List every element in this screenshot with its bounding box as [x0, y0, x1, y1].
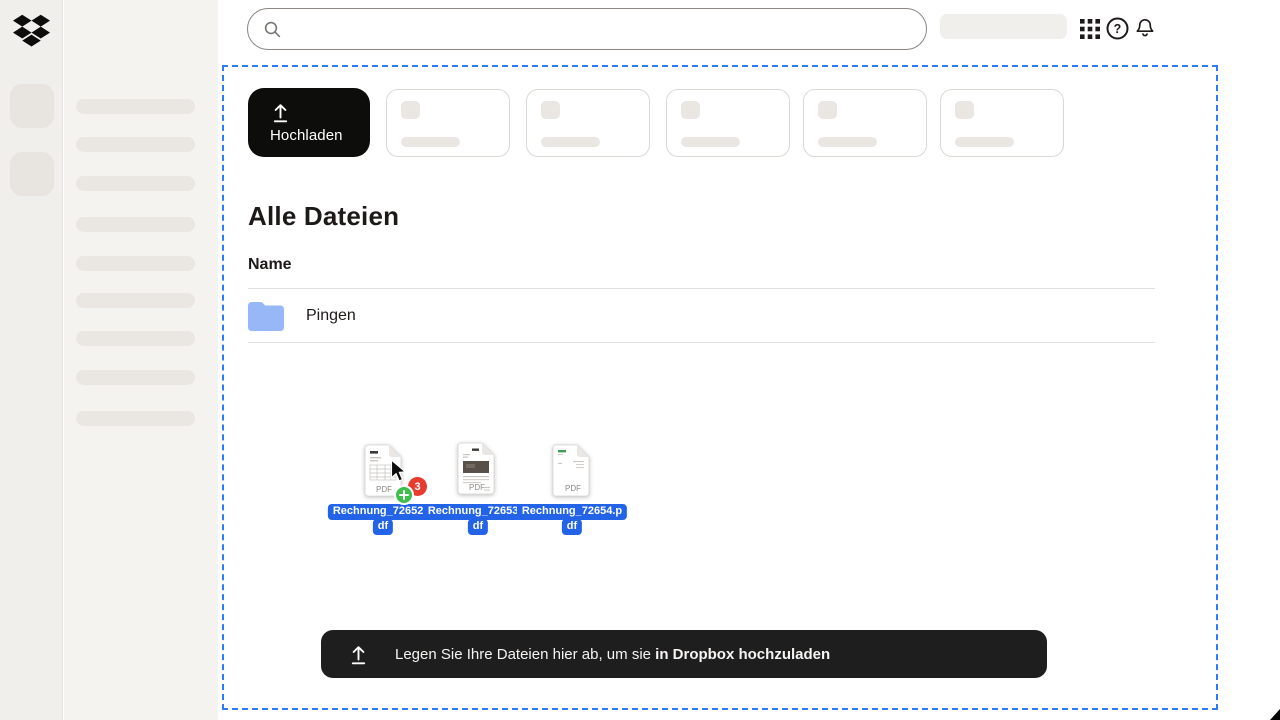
apps-grid-button[interactable]	[1079, 18, 1101, 40]
toast-text-regular: Legen Sie Ihre Dateien hier ab, um sie	[395, 646, 655, 663]
left-rail	[0, 0, 63, 720]
apps-grid-icon	[1080, 19, 1100, 39]
search-bar[interactable]	[247, 8, 927, 50]
sidebar-skeleton-bar	[76, 99, 195, 114]
toolbar-skeleton-card	[803, 89, 927, 157]
bell-icon	[1134, 17, 1156, 40]
dropbox-logo-icon[interactable]	[13, 13, 50, 47]
toolbar-skeleton-card	[526, 89, 650, 157]
toast-message: Legen Sie Ihre Dateien hier ab, um sie i…	[395, 646, 830, 663]
notifications-button[interactable]	[1133, 17, 1156, 40]
upload-button[interactable]: Hochladen	[248, 88, 370, 157]
toast-text-bold: in Dropbox hochzuladen	[655, 646, 830, 663]
drag-filename-line: df	[562, 519, 582, 535]
toolbar-skeleton-card	[940, 89, 1064, 157]
drag-filename-line: Rechnung_72654.p	[517, 504, 627, 520]
account-skeleton-pill	[940, 14, 1067, 39]
help-button[interactable]: ?	[1106, 17, 1129, 40]
corner-cursor-artifact	[1270, 709, 1280, 720]
upload-icon	[348, 644, 369, 665]
drag-filename-label-3: Rechnung_72654.p df	[517, 504, 627, 535]
copy-plus-badge	[394, 485, 414, 505]
pdf-type-label: PDF	[565, 484, 581, 493]
toolbar-skeleton-card	[666, 89, 790, 157]
search-input[interactable]	[292, 21, 926, 38]
dragged-file-thumbnail-3: PDF	[552, 444, 590, 497]
toolbar-skeleton-card	[386, 89, 510, 157]
divider	[248, 288, 1155, 289]
drag-filename-line: Rechnung_72652.p	[328, 504, 438, 520]
dragged-file-thumbnail-2: PDF	[457, 442, 495, 495]
drag-filename-label-1: Rechnung_72652.p df	[328, 504, 438, 535]
drop-toast: Legen Sie Ihre Dateien hier ab, um sie i…	[321, 630, 1047, 678]
pdf-type-label: PDF	[376, 485, 392, 494]
help-circle-icon: ?	[1106, 17, 1129, 40]
folder-icon	[248, 301, 284, 331]
upload-button-label: Hochladen	[270, 127, 370, 144]
divider	[248, 342, 1155, 343]
upload-icon	[270, 102, 291, 123]
sidebar-skeleton-bar	[76, 176, 195, 191]
plus-icon	[399, 490, 409, 500]
page-title: Alle Dateien	[248, 201, 399, 232]
search-icon	[263, 20, 282, 39]
dropzone-highlight[interactable]	[222, 65, 1218, 710]
rail-skeleton-item	[10, 84, 54, 128]
sidebar-skeleton-bar	[76, 137, 195, 152]
drag-filename-line: df	[373, 519, 393, 535]
sidebar-skeleton-bar	[76, 411, 195, 426]
sidebar-skeleton-bar	[76, 370, 195, 385]
column-header-name[interactable]: Name	[248, 256, 292, 274]
pdf-type-label: PDF	[469, 483, 485, 492]
drag-filename-line: df	[468, 519, 488, 535]
svg-text:?: ?	[1114, 22, 1122, 36]
sidebar-skeleton-bar	[76, 256, 195, 271]
sidebar-skeleton-bar	[76, 217, 195, 232]
mouse-cursor-icon	[390, 459, 412, 483]
folder-name: Pingen	[306, 307, 356, 325]
sidebar-skeleton-bar	[76, 293, 195, 308]
folder-row-pingen[interactable]: Pingen	[248, 290, 1155, 342]
rail-skeleton-item	[10, 152, 54, 196]
sidebar-skeleton-bar	[76, 331, 195, 346]
